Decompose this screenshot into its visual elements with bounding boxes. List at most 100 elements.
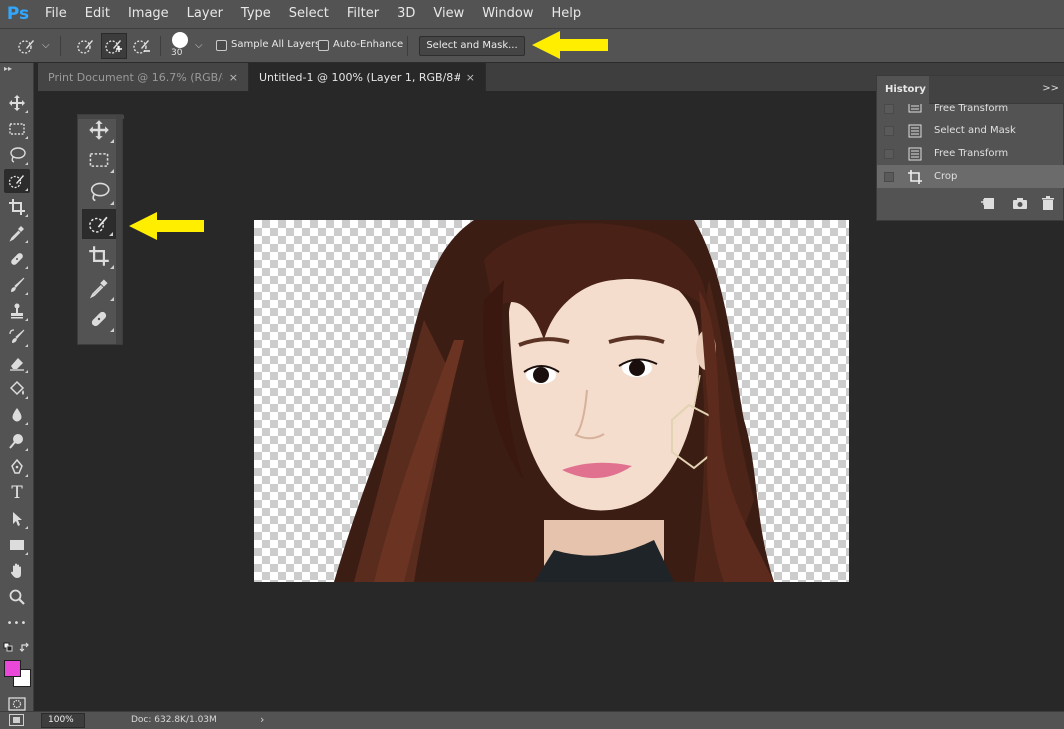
divider [60, 36, 61, 56]
crop-icon [907, 169, 923, 185]
divider [407, 36, 408, 56]
document-info[interactable]: Doc: 632.8K/1.03M [131, 715, 217, 725]
lasso-tool-icon[interactable] [82, 177, 116, 207]
brush-tool-icon[interactable] [4, 273, 30, 297]
history-item[interactable]: Free Transform [877, 142, 1064, 165]
collapse-panel-icon[interactable]: ▸▸ [4, 64, 12, 73]
close-icon[interactable]: × [466, 71, 475, 84]
history-item[interactable]: Free Transform [877, 104, 1064, 114]
document-icon [907, 146, 923, 162]
document-icon [907, 123, 923, 139]
photoshop-window: Ps File Edit Image Layer Type Select Fil… [0, 0, 1064, 729]
quick-selection-tool-icon[interactable] [82, 209, 116, 239]
menu-view[interactable]: View [424, 0, 473, 28]
foreground-color-swatch[interactable] [4, 660, 21, 677]
quick-mask-icon[interactable] [8, 697, 26, 711]
healing-brush-tool-icon[interactable] [82, 304, 116, 334]
healing-brush-tool-icon[interactable] [4, 247, 30, 271]
document-icon [907, 104, 923, 114]
zoom-tool-icon[interactable] [4, 585, 30, 609]
divider [160, 36, 161, 56]
menu-filter[interactable]: Filter [338, 0, 388, 28]
menu-3d[interactable]: 3D [388, 0, 424, 28]
camera-icon[interactable] [1012, 195, 1028, 211]
menu-select[interactable]: Select [280, 0, 338, 28]
highlight-arrow-icon [129, 212, 204, 240]
clone-stamp-tool-icon[interactable] [4, 299, 30, 323]
eraser-tool-icon[interactable] [4, 351, 30, 375]
crop-tool-icon[interactable] [4, 195, 30, 219]
dodge-tool-icon[interactable] [4, 429, 30, 453]
lasso-tool-icon[interactable] [4, 143, 30, 167]
marquee-tool-icon[interactable] [82, 145, 116, 175]
new-selection-icon[interactable] [73, 33, 99, 59]
eyedropper-tool-icon[interactable] [4, 221, 30, 245]
select-and-mask-button[interactable]: Select and Mask... [419, 36, 525, 56]
tool-preset-picker-icon[interactable] [14, 33, 40, 59]
history-source-checkbox[interactable] [884, 148, 894, 159]
hand-tool-icon[interactable] [4, 559, 30, 583]
menu-image[interactable]: Image [119, 0, 178, 28]
history-item-label: Free Transform [934, 104, 1009, 114]
history-source-checkbox[interactable] [884, 171, 894, 182]
menu-bar: Ps File Edit Image Layer Type Select Fil… [0, 0, 1064, 28]
add-to-selection-icon[interactable] [101, 33, 127, 59]
blur-tool-icon[interactable] [4, 403, 30, 427]
tab-label: Untitled-1 @ 100% (Layer 1, RGB/8#) * [259, 70, 460, 84]
marquee-tool-icon[interactable] [4, 117, 30, 141]
history-item-label: Crop [934, 171, 958, 182]
history-item-label: Select and Mask [934, 125, 1016, 136]
history-item[interactable]: Select and Mask [877, 119, 1064, 142]
rectangle-tool-icon[interactable] [4, 533, 30, 557]
history-item-label: Free Transform [934, 148, 1009, 159]
sample-all-layers-label: Sample All Layers [231, 39, 321, 50]
swap-colors-icon[interactable] [3, 641, 31, 655]
history-panel-footer [877, 188, 1064, 220]
menu-window[interactable]: Window [473, 0, 542, 28]
type-tool-icon[interactable]: T [4, 481, 30, 505]
menu-edit[interactable]: Edit [76, 0, 119, 28]
move-tool-icon[interactable] [4, 91, 30, 115]
tab-print-document[interactable]: Print Document @ 16.7% (RGB/8) × [38, 63, 249, 91]
move-tool-icon[interactable] [82, 115, 116, 145]
paint-bucket-tool-icon[interactable] [4, 377, 30, 401]
eyedropper-tool-icon[interactable] [82, 273, 116, 303]
panel-edge [116, 115, 122, 344]
document-canvas[interactable] [254, 220, 849, 582]
brush-size-label: 30 [171, 48, 183, 58]
menu-layer[interactable]: Layer [178, 0, 232, 28]
highlight-arrow-icon [532, 31, 608, 59]
history-brush-tool-icon[interactable] [4, 325, 30, 349]
brush-preview-icon[interactable] [172, 32, 188, 48]
subtract-from-selection-icon[interactable] [129, 33, 155, 59]
quick-selection-tool-icon[interactable] [4, 169, 30, 193]
history-source-checkbox[interactable] [884, 104, 894, 114]
menu-help[interactable]: Help [543, 0, 591, 28]
close-icon[interactable]: × [229, 71, 238, 84]
status-menu-arrow-icon[interactable]: › [260, 713, 264, 726]
history-source-checkbox[interactable] [884, 125, 894, 136]
menu-type[interactable]: Type [232, 0, 280, 28]
new-document-from-state-icon[interactable] [980, 195, 996, 211]
history-tab[interactable]: History [877, 76, 929, 104]
tab-label: Print Document @ 16.7% (RGB/8) [48, 70, 223, 84]
history-item-selected[interactable]: Crop [877, 165, 1064, 188]
portrait-photo [334, 220, 774, 582]
chevron-down-icon[interactable]: ⌵ [42, 40, 50, 51]
pen-tool-icon[interactable] [4, 455, 30, 479]
tab-untitled-1[interactable]: Untitled-1 @ 100% (Layer 1, RGB/8#) * × [249, 63, 486, 91]
floating-tools-panel [77, 114, 124, 345]
path-selection-tool-icon[interactable] [4, 507, 30, 531]
sample-all-layers-checkbox[interactable] [216, 40, 227, 51]
zoom-level-field[interactable]: 100% [41, 713, 85, 728]
crop-tool-icon[interactable] [82, 241, 116, 271]
trash-icon[interactable] [1040, 195, 1056, 211]
history-panel: History >> Free Transform Select and Mas… [876, 75, 1064, 221]
tools-panel: ▸▸ T ••• [0, 63, 34, 715]
screen-mode-icon[interactable] [9, 714, 24, 726]
panel-menu-icon[interactable]: >> [1042, 83, 1059, 94]
auto-enhance-checkbox[interactable] [318, 40, 329, 51]
brush-picker-chevron-icon[interactable]: ⌵ [195, 40, 203, 51]
more-tools-icon[interactable]: ••• [4, 611, 30, 635]
menu-file[interactable]: File [36, 0, 76, 28]
